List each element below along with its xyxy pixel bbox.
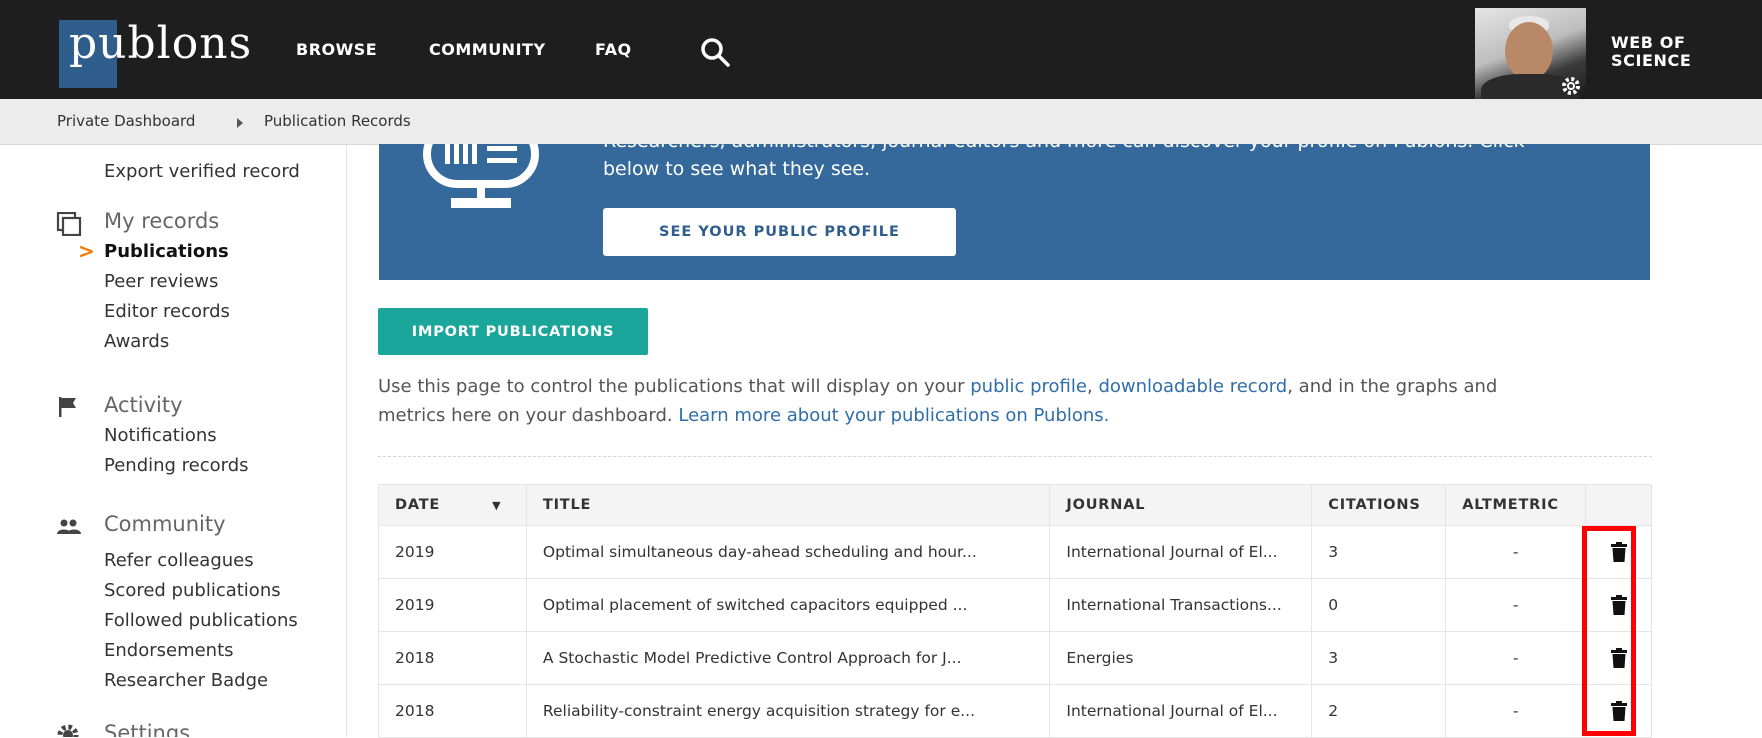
column-header-actions bbox=[1585, 484, 1652, 526]
breadcrumb-publication-records: Publication Records bbox=[264, 112, 411, 130]
breadcrumb: Private Dashboard Publication Records bbox=[0, 99, 1762, 145]
sidebar-item-peer-reviews[interactable]: Peer reviews bbox=[104, 271, 218, 292]
trash-icon[interactable] bbox=[1610, 701, 1628, 721]
sidebar-item-pending-records[interactable]: Pending records bbox=[104, 455, 249, 476]
import-publications-button[interactable]: IMPORT PUBLICATIONS bbox=[378, 308, 648, 355]
cell-actions bbox=[1585, 684, 1652, 738]
sidebar-item-publications[interactable]: Publications bbox=[104, 241, 229, 262]
sidebar-section-community[interactable]: Community bbox=[104, 512, 226, 536]
cell-altmetric: - bbox=[1445, 684, 1587, 738]
trash-icon[interactable] bbox=[1610, 648, 1628, 668]
sidebar-item-awards[interactable]: Awards bbox=[104, 331, 169, 352]
gear-icon bbox=[57, 724, 79, 737]
sidebar-item-researcher-badge[interactable]: Researcher Badge bbox=[104, 670, 268, 691]
cell-citations: 3 bbox=[1311, 631, 1447, 685]
web-of-science-line2: SCIENCE bbox=[1611, 51, 1692, 70]
table-row: 2019 Optimal simultaneous day-ahead sche… bbox=[378, 525, 1652, 579]
nav-community[interactable]: COMMUNITY bbox=[429, 40, 546, 59]
cell-altmetric: - bbox=[1445, 578, 1587, 632]
cell-journal: Energies bbox=[1049, 631, 1313, 685]
cell-altmetric: - bbox=[1445, 631, 1587, 685]
avatar-face bbox=[1505, 22, 1553, 80]
downloadable-record-link[interactable]: downloadable record bbox=[1098, 376, 1287, 397]
trash-icon[interactable] bbox=[1610, 595, 1628, 615]
divider bbox=[378, 456, 1652, 457]
cell-date: 2018 bbox=[378, 684, 527, 738]
column-header-title[interactable]: TITLE bbox=[525, 484, 1051, 526]
cell-actions bbox=[1585, 525, 1652, 579]
learn-more-link[interactable]: Learn more about your publications on Pu… bbox=[678, 405, 1109, 426]
sidebar-item-refer-colleagues[interactable]: Refer colleagues bbox=[104, 550, 254, 571]
publications-description: Use this page to control the publication… bbox=[378, 372, 1498, 430]
table-row: 2019 Optimal placement of switched capac… bbox=[378, 578, 1652, 632]
sidebar-item-export-verified-record[interactable]: Export verified record bbox=[104, 161, 300, 182]
cell-title-link[interactable]: Optimal simultaneous day-ahead schedulin… bbox=[525, 525, 1051, 579]
cell-actions bbox=[1585, 631, 1652, 685]
trash-icon[interactable] bbox=[1610, 542, 1628, 562]
sidebar-item-notifications[interactable]: Notifications bbox=[104, 425, 217, 446]
banner-text-line1: Researchers, administrators, journal edi… bbox=[603, 144, 1525, 152]
monitor-profile-icon bbox=[423, 144, 539, 208]
date-header-label: DATE bbox=[395, 497, 441, 513]
avatar[interactable] bbox=[1475, 8, 1586, 99]
cell-title-link[interactable]: Optimal placement of switched capacitors… bbox=[525, 578, 1051, 632]
cell-date: 2019 bbox=[378, 578, 527, 632]
web-of-science-link[interactable]: WEB OF SCIENCE bbox=[1611, 34, 1691, 70]
sidebar-item-endorsements[interactable]: Endorsements bbox=[104, 640, 234, 661]
table-header-row: DATE ▼ TITLE JOURNAL CITATIONS ALTMETRIC bbox=[378, 484, 1652, 526]
column-header-date[interactable]: DATE ▼ bbox=[378, 484, 527, 526]
column-header-journal[interactable]: JOURNAL bbox=[1049, 484, 1313, 526]
description-text-2: , bbox=[1086, 376, 1099, 397]
people-icon bbox=[57, 519, 81, 534]
web-of-science-line1: WEB OF bbox=[1611, 33, 1686, 52]
sidebar: Export verified record My records > Publ… bbox=[0, 145, 347, 737]
cell-journal: International Journal of El... bbox=[1049, 684, 1313, 738]
description-text-1: Use this page to control the publication… bbox=[378, 376, 971, 397]
logo-text: publons bbox=[69, 18, 253, 69]
cell-altmetric: - bbox=[1445, 525, 1587, 579]
cell-actions bbox=[1585, 578, 1652, 632]
sidebar-item-scored-publications[interactable]: Scored publications bbox=[104, 580, 281, 601]
cell-citations: 2 bbox=[1311, 684, 1447, 738]
cell-citations: 3 bbox=[1311, 525, 1447, 579]
chevron-right-icon: > bbox=[78, 239, 95, 263]
copy-icon bbox=[56, 212, 82, 236]
nav-faq[interactable]: FAQ bbox=[595, 40, 632, 59]
top-navigation-bar: publons BROWSE COMMUNITY FAQ WEB OF SCIE… bbox=[0, 0, 1762, 99]
publications-table: DATE ▼ TITLE JOURNAL CITATIONS ALTMETRIC … bbox=[378, 484, 1652, 738]
cell-date: 2018 bbox=[378, 631, 527, 685]
table-row: 2018 Reliability-constraint energy acqui… bbox=[378, 684, 1652, 738]
cell-journal: International Transactions... bbox=[1049, 578, 1313, 632]
column-header-altmetric[interactable]: ALTMETRIC bbox=[1445, 484, 1587, 526]
settings-gear-icon[interactable] bbox=[1560, 75, 1582, 97]
sort-down-icon[interactable]: ▼ bbox=[492, 499, 501, 512]
cell-journal: International Journal of El... bbox=[1049, 525, 1313, 579]
public-profile-banner: Researchers, administrators, journal edi… bbox=[379, 144, 1650, 280]
public-profile-link[interactable]: public profile bbox=[970, 376, 1087, 397]
breadcrumb-private-dashboard[interactable]: Private Dashboard bbox=[57, 112, 195, 130]
flag-icon bbox=[59, 397, 76, 417]
breadcrumb-separator-icon bbox=[237, 118, 243, 128]
column-header-citations[interactable]: CITATIONS bbox=[1311, 484, 1447, 526]
table-row: 2018 A Stochastic Model Predictive Contr… bbox=[378, 631, 1652, 685]
cell-title-link[interactable]: A Stochastic Model Predictive Control Ap… bbox=[525, 631, 1051, 685]
sidebar-item-followed-publications[interactable]: Followed publications bbox=[104, 610, 298, 631]
search-icon[interactable] bbox=[699, 36, 731, 68]
sidebar-section-activity[interactable]: Activity bbox=[104, 393, 183, 417]
see-public-profile-button[interactable]: SEE YOUR PUBLIC PROFILE bbox=[603, 208, 956, 256]
banner-text-line2: below to see what they see. bbox=[603, 158, 871, 180]
cell-date: 2019 bbox=[378, 525, 527, 579]
sidebar-section-settings[interactable]: Settings bbox=[104, 721, 190, 737]
sidebar-section-my-records[interactable]: My records bbox=[104, 209, 219, 233]
cell-title-link[interactable]: Reliability-constraint energy acquisitio… bbox=[525, 684, 1051, 738]
nav-browse[interactable]: BROWSE bbox=[296, 40, 377, 59]
cell-citations: 0 bbox=[1311, 578, 1447, 632]
sidebar-item-editor-records[interactable]: Editor records bbox=[104, 301, 230, 322]
